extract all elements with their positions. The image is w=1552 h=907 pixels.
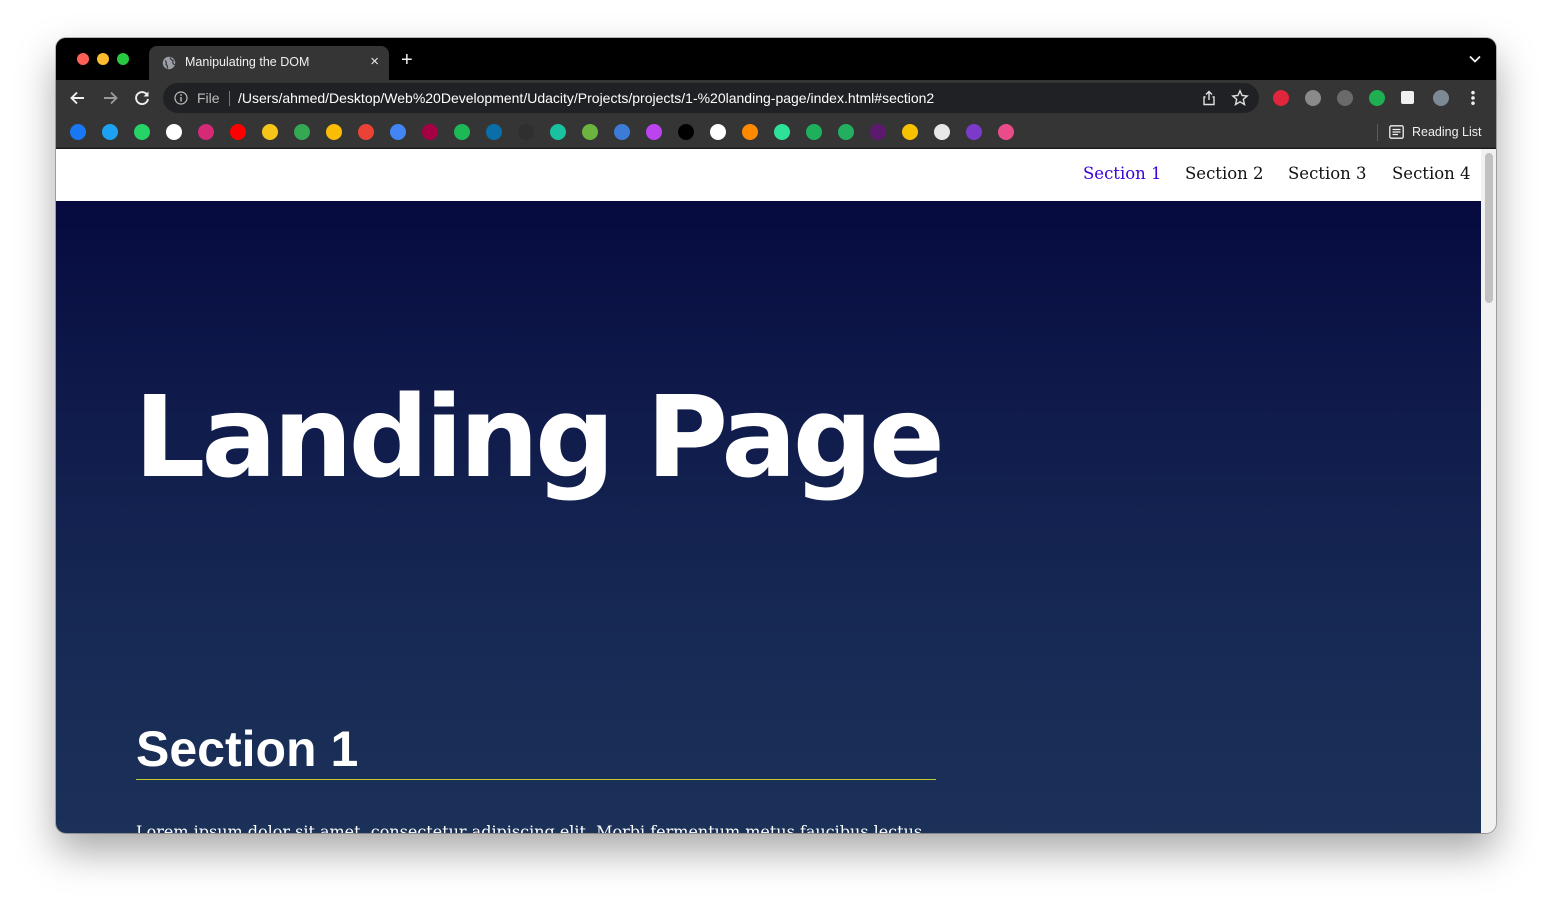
twitter-icon[interactable] [102,124,118,140]
url-separator [229,91,230,106]
stack-bookmark-icon[interactable] [934,124,950,140]
spiral-bookmark-icon[interactable] [806,124,822,140]
more-menu-icon[interactable] [1471,90,1475,106]
extension-green-icon[interactable] [1369,90,1385,106]
section-divider [136,779,936,780]
scrollbar-thumb[interactable] [1485,153,1493,303]
s-bookmark-icon[interactable] [486,124,502,140]
google-drive-icon[interactable] [294,124,310,140]
browser-window: Manipulating the DOM × + File /Users/ahm… [56,38,1496,833]
tab-title: Manipulating the DOM [185,55,310,69]
reading-list-button[interactable]: Reading List [1412,125,1482,139]
maximize-window-button[interactable] [117,53,129,65]
url-scheme-label: File [197,90,220,106]
arrow-bookmark-icon[interactable] [454,124,470,140]
a-bookmark-icon[interactable] [742,124,758,140]
feather-bookmark-icon[interactable] [966,124,982,140]
tab-strip: Manipulating the DOM × + [56,38,1496,80]
google-photos-icon[interactable] [326,124,342,140]
new-tab-button[interactable]: + [401,50,413,70]
whatsapp-icon[interactable] [134,124,150,140]
hero-section: Landing Page Section 1 Lorem ipsum dolor… [56,201,1481,833]
nav-link-section-3[interactable]: Section 3 [1288,164,1367,183]
tree-bookmark-icon[interactable] [518,124,534,140]
hero-title: Landing Page [134,373,945,503]
extension-circle-icon[interactable] [1337,90,1353,106]
page-viewport: Section 1 Section 2 Section 3 Section 4 … [56,149,1496,833]
info-icon[interactable] [174,91,188,105]
google-translate-icon[interactable] [390,124,406,140]
extension-gray-icon[interactable] [1305,90,1321,106]
bookmark-star-icon[interactable] [1231,89,1249,107]
section-heading: Section 1 [136,721,359,777]
back-arrow-icon[interactable] [68,88,88,108]
page-navbar: Section 1 Section 2 Section 3 Section 4 [56,149,1481,201]
close-tab-icon[interactable]: × [370,53,379,71]
forward-arrow-icon[interactable] [100,88,120,108]
close-window-button[interactable] [77,53,89,65]
gmail-icon[interactable] [358,124,374,140]
adblock-plus-icon[interactable] [1273,90,1289,106]
stripes-bookmark-icon[interactable] [774,124,790,140]
spring-bookmark-icon[interactable] [582,124,598,140]
chat-bookmark-icon[interactable] [550,124,566,140]
premier-league-icon[interactable] [870,124,886,140]
dribbble-icon[interactable] [998,124,1014,140]
instagram-icon[interactable] [198,124,214,140]
browser-toolbar: File /Users/ahmed/Desktop/Web%20Developm… [56,80,1496,116]
fc-barcelona-icon[interactable] [422,124,438,140]
bookmarks-bar: Reading List [56,116,1496,148]
bookmarks-divider [1377,124,1378,141]
section-paragraph: Lorem ipsum dolor sit amet, consectetur … [136,822,923,833]
profile-avatar[interactable] [1433,90,1449,106]
grid-bookmark-icon[interactable] [838,124,854,140]
bottle-bookmark-icon[interactable] [614,124,630,140]
url-text[interactable]: /Users/ahmed/Desktop/Web%20Development/U… [238,90,934,106]
browser-tab[interactable]: Manipulating the DOM × [149,46,389,80]
block-bookmark-icon[interactable] [678,124,694,140]
nav-link-section-2[interactable]: Section 2 [1185,164,1264,183]
yellow-bookmark-icon[interactable] [902,124,918,140]
reading-list-icon[interactable] [1389,125,1404,139]
tab-search-chevron-icon[interactable] [1468,52,1482,66]
share-icon[interactable] [1201,90,1217,106]
globe-icon [162,56,176,70]
google-icon[interactable] [166,124,182,140]
vue-bookmark-icon[interactable] [646,124,662,140]
extensions-puzzle-icon[interactable] [1401,91,1414,104]
reload-icon[interactable] [132,88,152,108]
address-bar[interactable]: File /Users/ahmed/Desktop/Web%20Developm… [163,83,1259,113]
nav-link-section-4[interactable]: Section 4 [1392,164,1471,183]
google-icon-2[interactable] [710,124,726,140]
nav-link-section-1[interactable]: Section 1 [1083,164,1162,183]
youtube-icon[interactable] [230,124,246,140]
imdb-icon[interactable] [262,124,278,140]
facebook-icon[interactable] [70,124,86,140]
minimize-window-button[interactable] [97,53,109,65]
